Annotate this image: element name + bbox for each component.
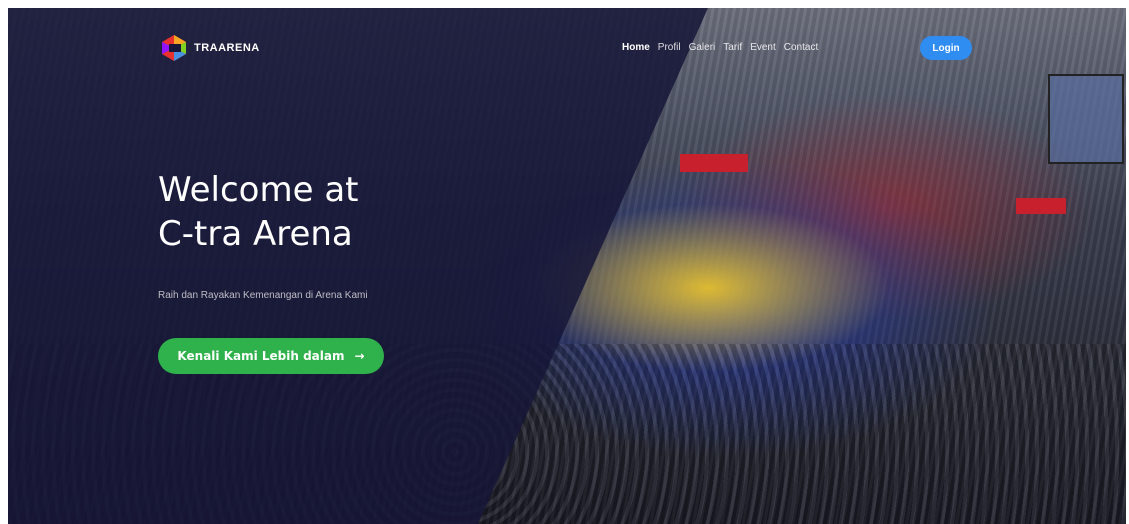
logo-text: TRAARENA — [194, 42, 260, 54]
login-button[interactable]: Login — [920, 36, 972, 60]
learn-more-button[interactable]: Kenali Kami Lebih dalam → — [158, 338, 384, 374]
navbar: TRAARENA Home Profil Galeri Tarif Event … — [8, 34, 1126, 64]
hero-title: Welcome at C-tra Arena — [158, 168, 359, 256]
page-frame: TRAARENA Home Profil Galeri Tarif Event … — [8, 8, 1126, 524]
banner — [1016, 198, 1066, 214]
hero-subtitle: Raih dan Rayakan Kemenangan di Arena Kam… — [158, 290, 368, 301]
arrow-right-icon: → — [354, 349, 365, 363]
arena-screen — [1048, 74, 1124, 164]
nav-item-tarif[interactable]: Tarif — [723, 42, 742, 53]
cta-label: Kenali Kami Lebih dalam — [177, 349, 345, 363]
nav-item-event[interactable]: Event — [750, 42, 776, 53]
nav-item-galeri[interactable]: Galeri — [689, 42, 716, 53]
hero-title-line1: Welcome at — [158, 170, 359, 210]
nav-links: Home Profil Galeri Tarif Event Contact — [622, 42, 818, 53]
brand-logo[interactable]: TRAARENA — [160, 34, 260, 62]
nav-item-contact[interactable]: Contact — [784, 42, 818, 53]
nav-item-home[interactable]: Home — [622, 42, 650, 53]
banner — [680, 154, 748, 172]
hero-title-line2: C-tra Arena — [158, 214, 353, 254]
logo-icon — [162, 35, 186, 61]
nav-item-profil[interactable]: Profil — [658, 42, 681, 53]
